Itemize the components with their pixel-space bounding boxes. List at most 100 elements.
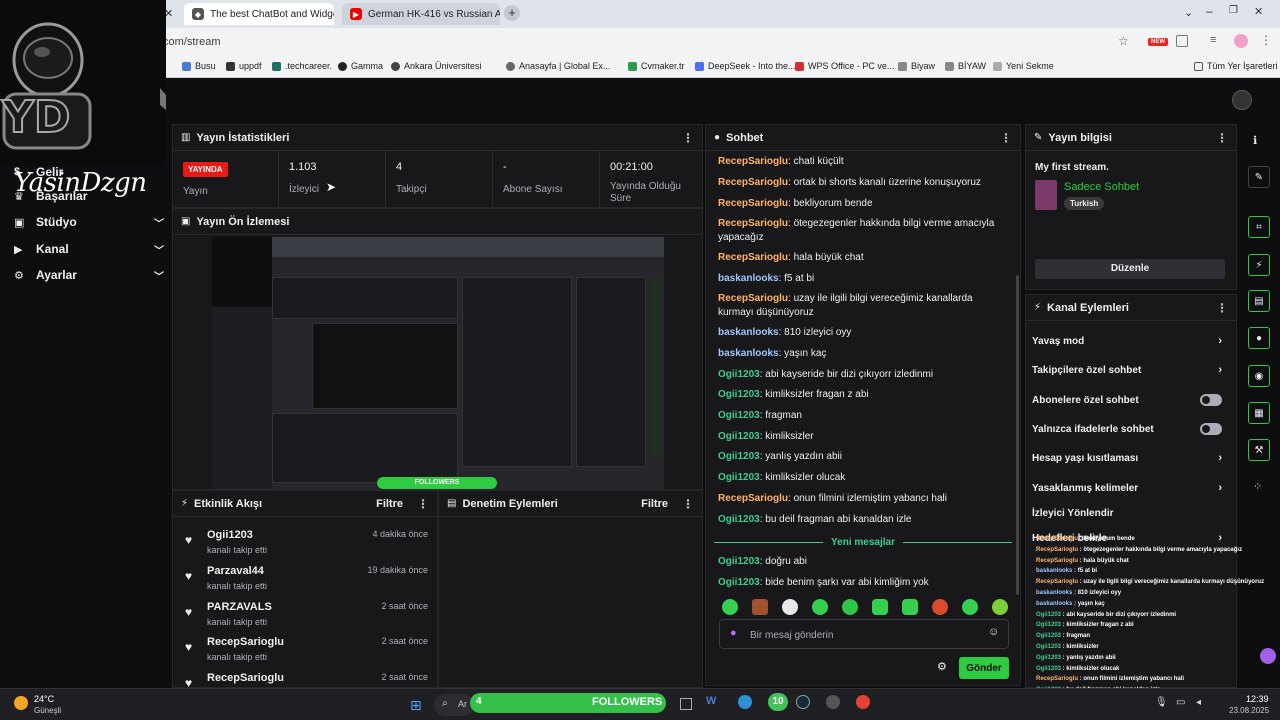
- chat-username[interactable]: Ogii1203: [718, 369, 760, 380]
- sidebar-item-studio[interactable]: ▣ Stüdyo ﹀: [14, 212, 164, 232]
- bookmark-item[interactable]: Anasayfa | Global Ex...: [506, 61, 610, 71]
- chat-scrollbar[interactable]: [1016, 275, 1019, 595]
- action-banned-words[interactable]: Yasaklanmış kelimeler ›: [1032, 479, 1222, 497]
- chat-username[interactable]: RecepSarioglu: [718, 218, 788, 229]
- chrome-icon[interactable]: [856, 695, 870, 709]
- close-window-icon[interactable]: ✕: [1254, 5, 1263, 18]
- chat-username[interactable]: RecepSarioglu: [718, 198, 788, 209]
- chat-username[interactable]: RecepSarioglu: [718, 493, 788, 504]
- bookmark-item[interactable]: Biyaw: [898, 61, 935, 71]
- gear-icon[interactable]: ⚙: [937, 660, 947, 673]
- extensions-icon[interactable]: [1176, 35, 1188, 47]
- new-badge[interactable]: NEW: [1148, 38, 1168, 46]
- progress-badge[interactable]: 10: [768, 693, 788, 711]
- send-button[interactable]: Gönder: [959, 657, 1009, 679]
- bookmark-item[interactable]: BİYAW: [945, 61, 986, 71]
- chat-username[interactable]: Ogii1203: [718, 431, 760, 442]
- emote-icon[interactable]: [752, 599, 768, 615]
- action-followers-only[interactable]: Takipçilere özel sohbet ›: [1032, 361, 1222, 379]
- kebab-menu-icon[interactable]: ⋮: [682, 131, 694, 145]
- bookmark-item[interactable]: Ankara Üniversitesi: [391, 61, 482, 71]
- url-field[interactable]: .com/stream: [160, 33, 1140, 51]
- windows-start-icon[interactable]: ⊞: [410, 697, 422, 714]
- minimize-icon[interactable]: –: [1206, 4, 1213, 18]
- steam-icon[interactable]: [796, 695, 810, 709]
- bookmark-item[interactable]: Cvmaker.tr: [628, 61, 685, 71]
- restore-icon[interactable]: ❐: [1229, 5, 1238, 16]
- action-account-age[interactable]: Hesap yaşı kısıtlaması ›: [1032, 449, 1222, 467]
- tools-rail-button[interactable]: ⚒: [1248, 439, 1270, 461]
- all-bookmarks[interactable]: Tüm Yer İşaretleri: [1194, 61, 1278, 71]
- new-tab-plus-icon[interactable]: +: [504, 5, 520, 21]
- tab-chatbot[interactable]: ◆ The best ChatBot and Widgets ✕: [184, 3, 334, 25]
- chat-rail-button[interactable]: ●: [1248, 327, 1270, 349]
- chat-username[interactable]: baskanlooks: [718, 348, 779, 359]
- chat-username[interactable]: RecepSarioglu: [718, 156, 788, 167]
- kebab-menu-icon[interactable]: ⋮: [1000, 131, 1012, 145]
- chat-username[interactable]: Ogii1203: [718, 410, 760, 421]
- kebab-menu-icon[interactable]: ⋮: [1216, 301, 1228, 315]
- bookmark-item[interactable]: Yeni Sekme: [993, 61, 1054, 71]
- obs-icon[interactable]: [826, 695, 840, 709]
- filter-button[interactable]: Filtre: [376, 498, 403, 510]
- chat-username[interactable]: Ogii1203: [718, 577, 760, 588]
- weather-temp[interactable]: 24°C: [34, 694, 54, 704]
- app-icon[interactable]: [680, 698, 692, 710]
- bookmark-item[interactable]: .techcareer.: [272, 61, 332, 71]
- crop-rail-button[interactable]: ⌗: [1248, 216, 1270, 238]
- emote-icon[interactable]: [722, 599, 738, 615]
- profile-avatar[interactable]: [1234, 34, 1248, 48]
- chat-username[interactable]: Ogii1203: [718, 389, 760, 400]
- bolt-rail-button[interactable]: ⚡: [1248, 254, 1270, 276]
- emote-icon[interactable]: [962, 599, 978, 615]
- microphone-icon[interactable]: 🎙: [1155, 697, 1168, 708]
- sidebar-item-channel[interactable]: ▶ Kanal ﹀: [14, 239, 164, 259]
- bookmark-item[interactable]: Busu: [182, 61, 216, 71]
- chat-username[interactable]: RecepSarioglu: [718, 252, 788, 263]
- tab-youtube[interactable]: ▶ German HK-416 vs Russian AK ✕: [342, 3, 500, 25]
- apps-icon[interactable]: ⁘: [1253, 480, 1262, 493]
- chat-message-input[interactable]: [750, 626, 980, 644]
- filter-button[interactable]: Filtre: [641, 498, 668, 510]
- volume-icon[interactable]: ◂: [1196, 697, 1201, 708]
- chat-username[interactable]: Ogii1203: [718, 514, 760, 525]
- chat-username[interactable]: Ogii1203: [718, 451, 760, 462]
- emoji-icon[interactable]: ☺: [988, 626, 999, 638]
- kebab-menu-icon[interactable]: ⋮: [1260, 33, 1272, 47]
- chat-username[interactable]: baskanlooks: [718, 327, 779, 338]
- emote-icon[interactable]: [902, 599, 918, 615]
- bookmark-item[interactable]: Gamma: [338, 61, 383, 71]
- tag-badge[interactable]: Turkish: [1064, 197, 1105, 210]
- kebab-menu-icon[interactable]: ⋮: [417, 497, 429, 511]
- star-bookmark-icon[interactable]: ☆: [1118, 34, 1129, 48]
- emote-icon[interactable]: [992, 599, 1008, 615]
- stream-preview-video[interactable]: FOLLOWERS: [212, 237, 664, 489]
- emote-icon[interactable]: [872, 599, 888, 615]
- document-rail-button[interactable]: ▤: [1248, 290, 1270, 312]
- reading-list-icon[interactable]: ≡: [1210, 34, 1216, 46]
- category-link[interactable]: Sadece Sohbet: [1064, 181, 1139, 193]
- broadcast-rail-button[interactable]: ◉: [1248, 365, 1270, 387]
- copilot-icon[interactable]: [1260, 648, 1276, 664]
- chat-username[interactable]: Ogii1203: [718, 472, 760, 483]
- tab-search-chevron-icon[interactable]: ⌄: [1184, 6, 1193, 19]
- user-avatar[interactable]: [1232, 90, 1252, 110]
- chat-username[interactable]: RecepSarioglu: [718, 293, 788, 304]
- emote-icon[interactable]: [932, 599, 948, 615]
- microphone-icon[interactable]: ●: [730, 627, 737, 639]
- word-icon[interactable]: W: [706, 695, 716, 707]
- network-icon[interactable]: ▭: [1176, 697, 1185, 708]
- bookmark-item[interactable]: WPS Office - PC ve...: [795, 61, 894, 71]
- info-icon[interactable]: ℹ: [1253, 134, 1257, 147]
- chat-username[interactable]: baskanlooks: [718, 273, 779, 284]
- edit-button[interactable]: Düzenle: [1035, 259, 1225, 279]
- kebab-menu-icon[interactable]: ⋮: [682, 497, 694, 511]
- subscribers-only-toggle[interactable]: [1200, 394, 1222, 406]
- emote-icon[interactable]: [842, 599, 858, 615]
- action-raid[interactable]: İzleyici Yönlendir: [1032, 504, 1222, 522]
- emote-only-toggle[interactable]: [1200, 423, 1222, 435]
- emote-icon[interactable]: [782, 599, 798, 615]
- edge-icon[interactable]: [738, 695, 752, 709]
- chat-username[interactable]: Ogii1203: [718, 556, 760, 567]
- bookmark-item[interactable]: uppdf: [226, 61, 262, 71]
